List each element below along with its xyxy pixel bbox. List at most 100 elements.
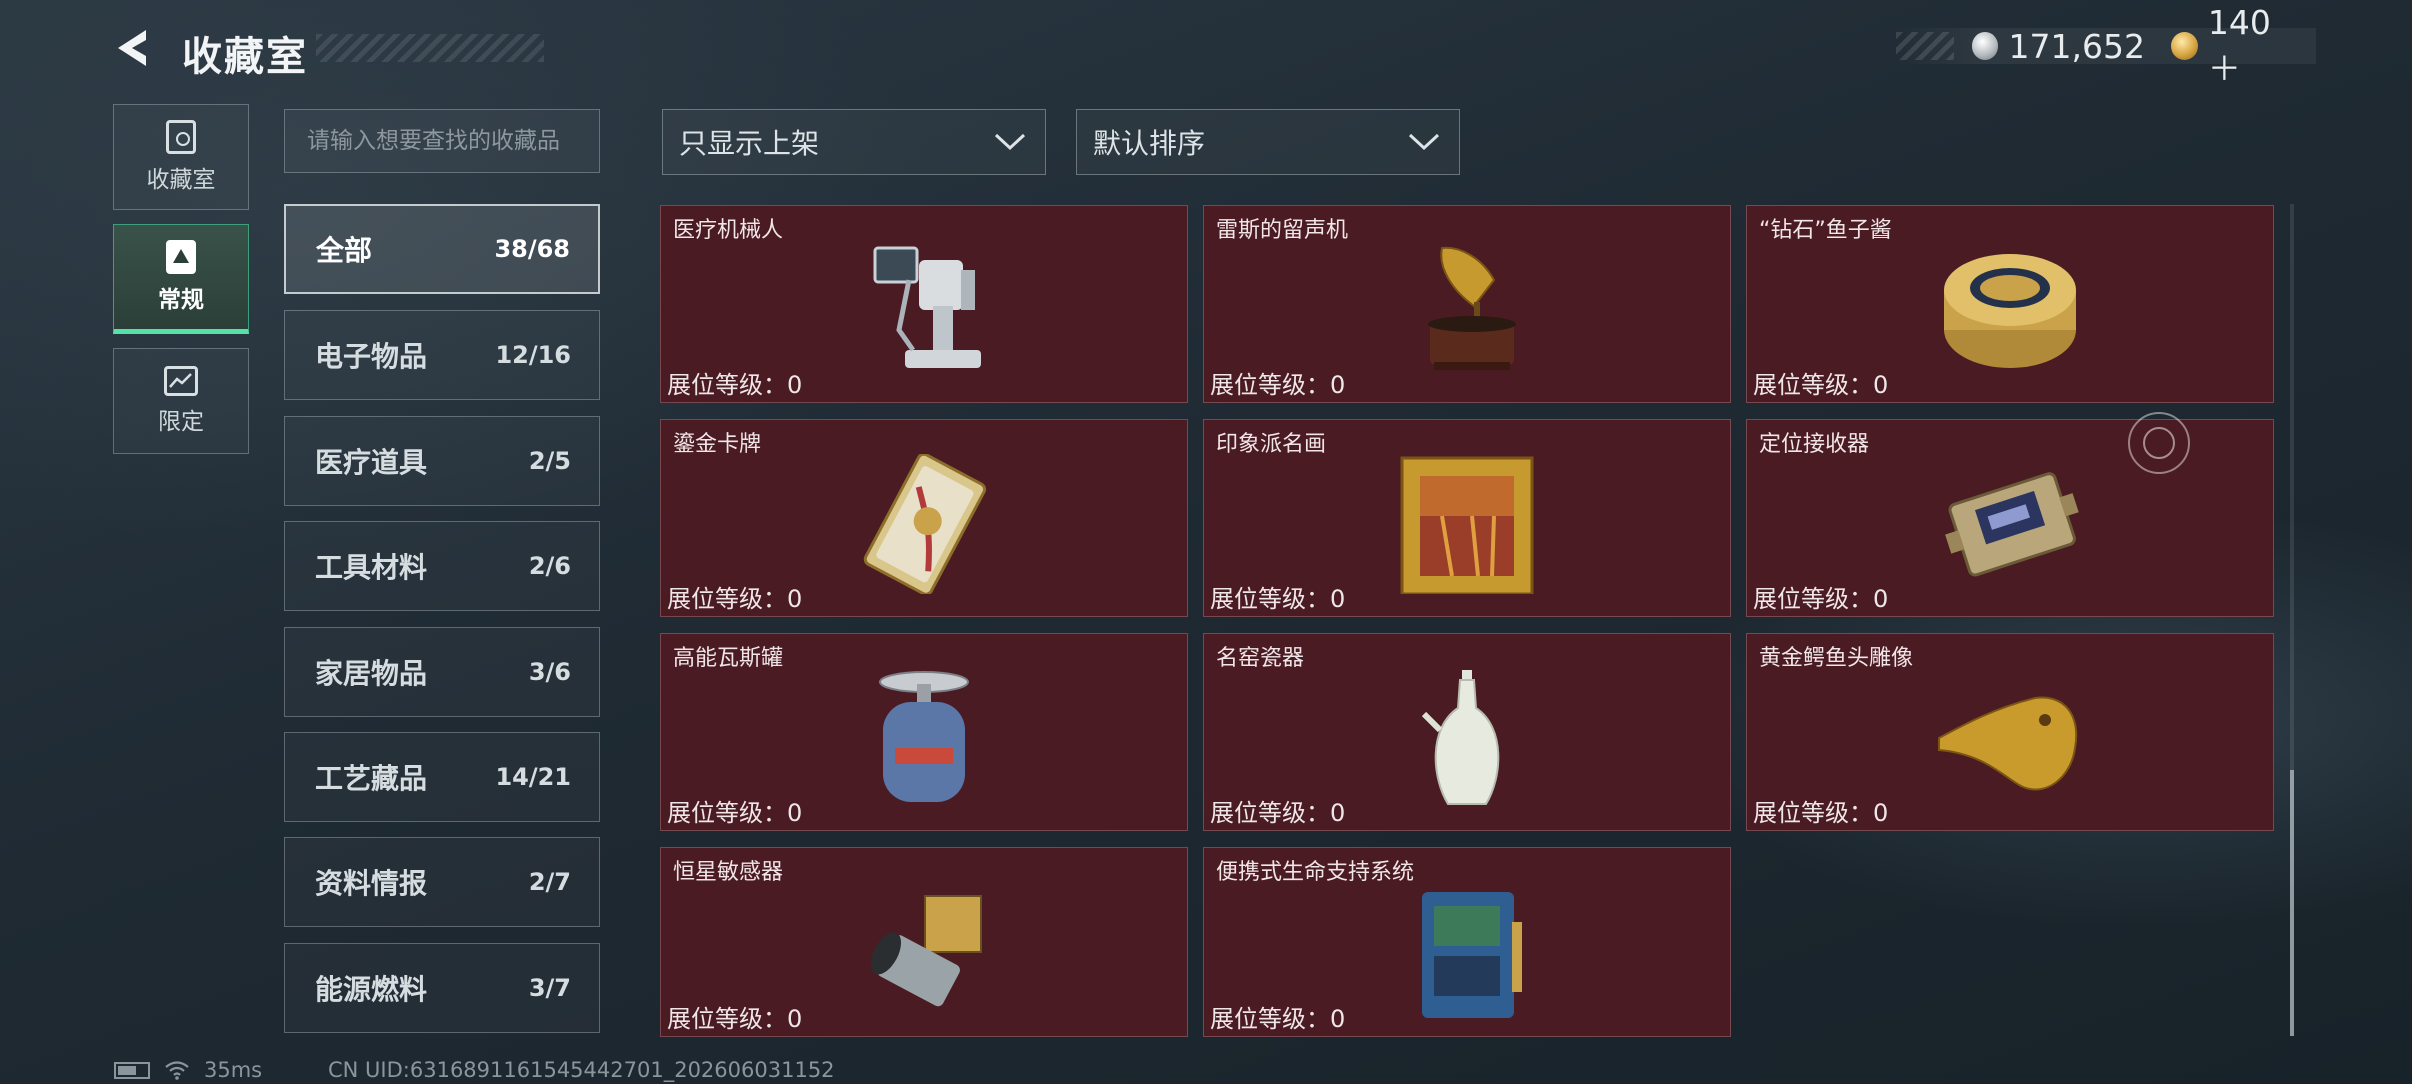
item-card-gramophone[interactable]: 雷斯的留声机 展位等级：0 [1203,205,1731,403]
item-level: 展位等级：0 [667,1005,803,1033]
item-card-life-support-system[interactable]: 便携式生命支持系统 展位等级：0 [1203,847,1731,1037]
item-name: 鎏金卡牌 [673,432,762,457]
item-card-impressionist-painting[interactable]: 印象派名画 展位等级：0 [1203,419,1731,617]
category-name: 能源燃料 [315,973,428,1006]
item-name: 高能瓦斯罐 [673,646,784,671]
tab-label: 收藏室 [146,167,216,193]
category-crafts[interactable]: 工艺藏品 14/21 [284,732,600,822]
item-card-gilded-card[interactable]: 鎏金卡牌 展位等级：0 [660,419,1188,617]
category-count: 14/21 [495,763,571,791]
item-level: 展位等级：0 [1753,585,1889,613]
category-electronics[interactable]: 电子物品 12/16 [284,310,600,400]
category-name: 资料情报 [315,867,428,900]
battery-icon [114,1061,150,1079]
category-name: 家居物品 [315,657,428,690]
category-medical[interactable]: 医疗道具 2/5 [284,416,600,506]
status-bar: 35ms [114,1058,262,1082]
category-all[interactable]: 全部 38/68 [284,204,600,294]
star-sensor-image [870,895,982,1007]
item-name: 恒星敏感器 [673,860,784,885]
item-level: 展位等级：0 [1210,371,1346,399]
item-name: 雷斯的留声机 [1216,218,1349,243]
regular-icon [166,240,196,274]
collection-room-icon [166,120,196,154]
category-count: 3/7 [528,974,571,1002]
chevron-down-icon [994,133,1026,151]
page-title: 收藏室 [182,34,308,80]
ping-value: 35ms [204,1058,263,1082]
category-intel[interactable]: 资料情报 2/7 [284,837,600,927]
item-name: “钻石”鱼子酱 [1759,218,1892,243]
target-reticle-icon [2128,412,2190,474]
item-card-gas-canister[interactable]: 高能瓦斯罐 展位等级：0 [660,633,1188,831]
user-uid: CN UID:6316891161545442701_202606031152 [328,1058,835,1082]
back-button[interactable] [112,26,156,70]
category-tools[interactable]: 工具材料 2/6 [284,521,600,611]
medical-robot-image [873,246,981,368]
category-name: 工艺藏品 [315,762,428,795]
scrollbar-thumb[interactable] [2290,770,2294,1036]
shelf-filter-value: 只显示上架 [679,127,820,160]
gramophone-image [1428,246,1516,370]
item-card-medical-robot[interactable]: 医疗机械人 展位等级：0 [660,205,1188,403]
sort-value: 默认排序 [1093,127,1206,160]
category-energy[interactable]: 能源燃料 3/7 [284,943,600,1033]
item-level: 展位等级：0 [667,371,803,399]
item-name: 黄金鳄鱼头雕像 [1759,646,1914,671]
item-name: 医疗机械人 [673,218,784,243]
category-count: 2/6 [528,552,571,580]
caviar-tin-image [1944,254,2076,368]
item-card-porcelain[interactable]: 名窑瓷器 展位等级：0 [1203,633,1731,831]
title-decoration [316,34,544,62]
item-level: 展位等级：0 [1753,371,1889,399]
back-arrow-icon [118,30,146,66]
limited-icon [164,366,198,396]
currency-decoration [1896,32,1954,60]
item-name: 名窑瓷器 [1216,646,1305,671]
wifi-icon [165,1061,189,1080]
shelf-filter-dropdown[interactable]: 只显示上架 [662,109,1046,175]
item-card-golden-crocodile-head[interactable]: 黄金鳄鱼头雕像 展位等级：0 [1746,633,2274,831]
item-card-locator-receiver[interactable]: 定位接收器 展位等级：0 [1746,419,2274,617]
item-level: 展位等级：0 [1210,799,1346,827]
item-level: 展位等级：0 [1210,1005,1346,1033]
item-level: 展位等级：0 [667,585,803,613]
category-name: 医疗道具 [315,446,428,479]
category-count: 3/6 [528,658,571,686]
category-count: 2/5 [528,447,571,475]
gold-currency-value[interactable]: 140＋ [2208,3,2300,90]
painting-image [1400,456,1534,594]
receiver-image [1945,472,2079,577]
gilded-card-image [863,454,987,594]
sort-dropdown[interactable]: 默认排序 [1076,109,1460,175]
crocodile-statue-image [1938,696,2078,791]
item-name: 定位接收器 [1759,432,1870,457]
category-name: 工具材料 [315,551,428,584]
category-household[interactable]: 家居物品 3/6 [284,627,600,717]
silver-coin-icon [1971,32,1999,60]
tab-label: 常规 [158,287,204,313]
item-card-star-sensor[interactable]: 恒星敏感器 展位等级：0 [660,847,1188,1037]
category-count: 12/16 [495,341,571,369]
item-level: 展位等级：0 [1753,799,1889,827]
currency-bar: 171,652 140＋ [1896,3,2316,88]
life-support-image [1422,892,1522,1018]
gold-coin-icon [2170,32,2198,60]
category-count: 38/68 [494,235,570,263]
category-count: 2/7 [528,868,571,896]
chevron-down-icon [1408,133,1440,151]
porcelain-vase-image [1421,670,1500,805]
tab-regular[interactable]: 常规 [113,224,249,334]
item-card-diamond-caviar[interactable]: “钻石”鱼子酱 展位等级：0 [1746,205,2274,403]
gas-canister-image [879,671,969,802]
item-level: 展位等级：0 [1210,585,1346,613]
item-name: 印象派名画 [1216,432,1327,457]
category-name: 电子物品 [315,340,428,373]
tab-collection-room[interactable]: 收藏室 [113,104,249,210]
silver-currency-value: 171,652 [2008,26,2145,66]
tab-label: 限定 [158,409,204,435]
tab-limited[interactable]: 限定 [113,348,249,454]
search-input[interactable] [284,109,600,173]
category-name: 全部 [316,234,373,267]
item-level: 展位等级：0 [667,799,803,827]
